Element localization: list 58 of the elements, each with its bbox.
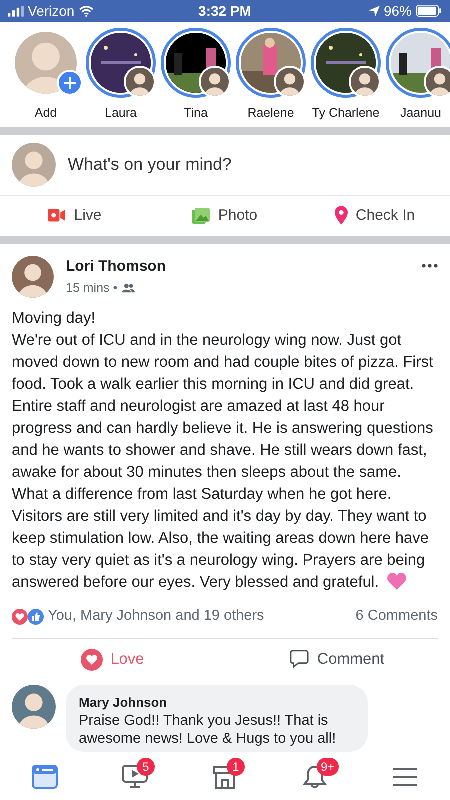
notification-badge: 5 (137, 758, 155, 776)
avatar (12, 684, 56, 728)
notification-badge: 9+ (317, 758, 339, 776)
location-arrow-icon (368, 6, 380, 16)
carrier-text: Verizon (28, 2, 75, 20)
story-name: Add (34, 105, 58, 122)
post-text: We're out of ICU and in the neurology wing now. Just got moved down to new room and had couple bites of pizza. First food. Took a walk earlier this morning in ICU and did great. Entire staff and neurologist are amazed at last 48 hour progress and can hardly believe it. He is answering questions and he wants to shower and shave. He still wears down fast, awake for about 30 minutes then sleeps about the same. What a difference from last Saturday when he got here. Visitors are still very limited and it's day by day. They want to keep stimulation low. Also, the waiting areas down here have to stay very quiet as it's a neurology wing. Prayers are being answered before our eyes. Very blessed and grateful. (12, 330, 434, 593)
clock-text: 3:32 PM (198, 2, 252, 20)
menu-icon (392, 765, 418, 789)
heart-icon (387, 572, 408, 590)
friends-icon (122, 283, 135, 293)
more-options-icon[interactable] (422, 264, 438, 268)
status-input-field[interactable]: What's on your mind? (68, 152, 438, 178)
battery-text: 96% (384, 2, 412, 20)
story-thumbnail[interactable] (86, 28, 156, 98)
story-name: Laura (105, 105, 137, 122)
photo-icon (192, 208, 210, 224)
story-name: Ty Charlene (312, 105, 380, 122)
love-button[interactable]: Love (0, 638, 225, 680)
battery-icon (416, 5, 442, 17)
avatar (12, 256, 54, 298)
wifi-icon (78, 6, 94, 16)
comment-button[interactable]: Comment (225, 638, 450, 680)
composer-action-button[interactable]: Live (0, 196, 150, 236)
reactions-summary[interactable]: You, Mary Johnson and 19 others (48, 606, 352, 628)
post-text: Moving day! (12, 308, 97, 329)
tab-bar-button[interactable]: 5 (90, 754, 180, 800)
avatar (351, 68, 379, 96)
story-thumbnail[interactable] (236, 28, 306, 98)
comments-count[interactable]: 6 Comments (356, 606, 438, 628)
video-camera-icon (48, 209, 66, 222)
composer-action-button[interactable]: Check In (300, 196, 450, 236)
news-feed-icon (32, 765, 58, 789)
tab-bar-button[interactable]: 9+ (270, 754, 360, 800)
avatar (12, 142, 56, 187)
story-name: Raelene (248, 105, 294, 122)
story-thumbnail[interactable] (311, 28, 381, 98)
story-thumbnail[interactable] (386, 28, 450, 98)
plus-icon (64, 77, 76, 89)
composer-action-button[interactable]: Photo (150, 196, 300, 236)
story-name: Tina (184, 105, 208, 122)
avatar (201, 68, 229, 96)
post-author[interactable]: Lori Thomson (66, 256, 410, 279)
signal-icon (8, 6, 24, 16)
avatar (426, 68, 450, 96)
comment-author[interactable]: Mary Johnson (79, 692, 355, 712)
story-name: Jaanuu (400, 105, 442, 122)
avatar (276, 68, 304, 96)
story-thumbnail[interactable] (161, 28, 231, 98)
post-time: 15 mins • (66, 280, 118, 297)
tab-bar-button[interactable]: 1 (180, 754, 270, 800)
like-reaction-icon (28, 608, 44, 625)
speech-bubble-icon (290, 650, 310, 669)
love-reaction-icon (12, 608, 28, 625)
avatar (126, 68, 154, 96)
comment-text: Praise God!! Thank you Jesus!! That is awesome news! Love & Hugs to you all! (79, 712, 338, 748)
notification-badge: 1 (227, 758, 245, 776)
location-pin-icon (334, 206, 348, 226)
